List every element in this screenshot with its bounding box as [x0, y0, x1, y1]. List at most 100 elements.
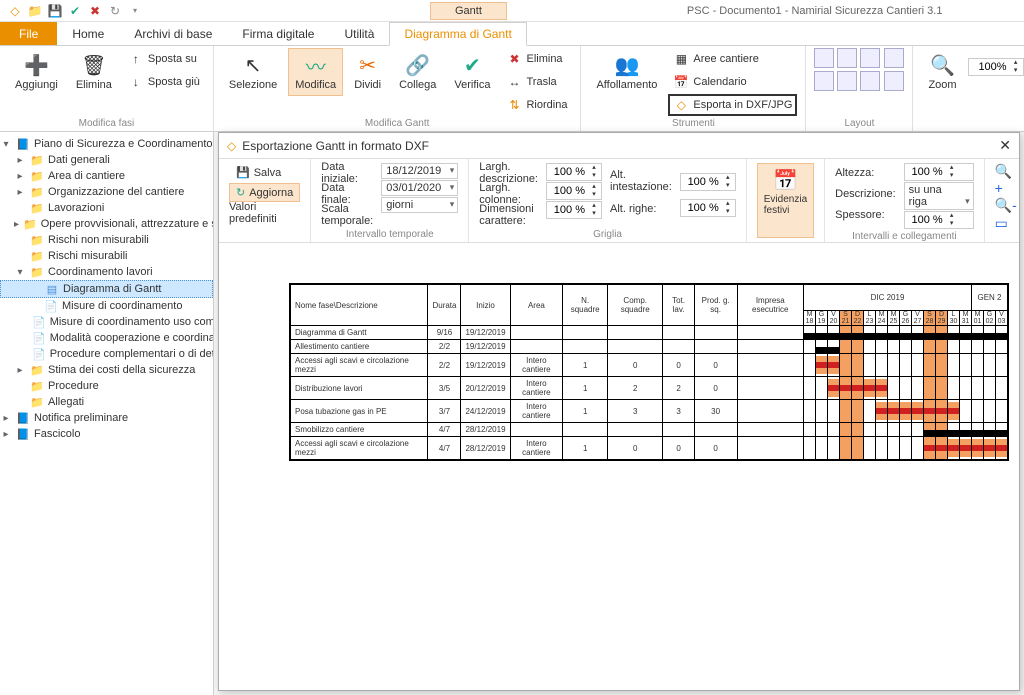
qat-delete-icon[interactable]: ✖: [88, 4, 102, 18]
people-icon: 👥: [615, 53, 639, 77]
layout-opt-b[interactable]: [884, 71, 904, 91]
tree-rischi-non-mis[interactable]: 📁Rischi non misurabili: [0, 232, 213, 248]
ribbon-group-strumenti: 👥Affollamento ▦Aree cantiere 📅Calendario…: [581, 46, 806, 131]
verifica-button[interactable]: ✔Verifica: [447, 48, 497, 96]
zoom-input[interactable]: [969, 60, 1009, 74]
qat-new-icon[interactable]: ◇: [8, 4, 22, 18]
gantt-icon: ▤: [45, 282, 59, 296]
context-tab-gantt: Gantt: [430, 2, 507, 20]
tree-notifica[interactable]: ▸📘Notifica preliminare: [0, 410, 213, 426]
zoom-in-icon[interactable]: 🔍+: [995, 163, 1017, 196]
zoom-out-icon[interactable]: 🔍-: [995, 197, 1017, 214]
tab-gantt[interactable]: Diagramma di Gantt: [389, 22, 526, 46]
tree-area-cantiere[interactable]: ▸📁Area di cantiere: [0, 168, 213, 184]
zoom-spinbox[interactable]: ▴▾: [968, 58, 1024, 76]
largh-col-spin[interactable]: ▴▾: [546, 182, 602, 200]
tree-misure-coord-uso[interactable]: 📄Misure di coordinamento uso comune: [0, 314, 213, 330]
aggiungi-button[interactable]: ➕Aggiungi: [8, 48, 65, 96]
qat-save-icon[interactable]: 💾: [48, 4, 62, 18]
aree-cantiere-button[interactable]: ▦Aree cantiere: [668, 48, 797, 70]
tree-dati-generali[interactable]: ▸📁Dati generali: [0, 152, 213, 168]
trash-icon: 🗑: [82, 53, 106, 77]
title-bar: ◇ 📁 💾 ✔ ✖ ↻ ▾ Gantt PSC - Documento1 - N…: [0, 0, 1024, 22]
esporta-dxf-button[interactable]: ◇Esporta in DXF/JPG: [668, 94, 797, 116]
data-iniziale-input[interactable]: 18/12/2019: [381, 163, 458, 179]
tab-firma[interactable]: Firma digitale: [227, 22, 329, 45]
altezza-spin[interactable]: ▴▾: [904, 163, 974, 181]
area-icon: ▦: [673, 51, 689, 67]
trasla-button[interactable]: ↔Trasla: [501, 71, 572, 93]
qat-refresh-icon[interactable]: ↻: [108, 4, 122, 18]
sposta-su-button[interactable]: ↑Sposta su: [123, 48, 205, 70]
qat-dropdown-icon[interactable]: ▾: [128, 4, 142, 18]
tab-file[interactable]: File: [0, 22, 57, 45]
export-icon: ◇: [673, 97, 689, 113]
zoom-fit-icon[interactable]: ▭: [995, 215, 1017, 232]
valori-pred-label: Valori predefiniti: [229, 203, 300, 223]
tree-diagramma-gantt[interactable]: ▤Diagramma di Gantt: [0, 280, 213, 298]
layout-opt-a[interactable]: [884, 48, 904, 68]
dim-car-spin[interactable]: ▴▾: [546, 201, 602, 219]
tree-modalita-coop[interactable]: 📄Modalità cooperazione e coordinamen: [0, 330, 213, 346]
tree-misure-coord[interactable]: 📄Misure di coordinamento: [0, 298, 213, 314]
dialog-content: Nome fase\DescrizioneDurataInizioAreaN. …: [219, 243, 1019, 690]
alt-righe-spin[interactable]: ▴▾: [680, 199, 736, 217]
dividi-button[interactable]: ✂Dividi: [347, 48, 388, 96]
ribbon-group-layout: Layout: [806, 46, 913, 131]
salva-button[interactable]: 💾Salva: [229, 163, 300, 182]
descrizione-select[interactable]: su una riga: [904, 182, 974, 210]
tree-stima-costi[interactable]: ▸📁Stima dei costi della sicurezza: [0, 362, 213, 378]
tree-opere-prov[interactable]: ▸📁Opere provvisionali, attrezzature e so…: [0, 216, 213, 232]
qat-check-icon[interactable]: ✔: [68, 4, 82, 18]
save-icon: 💾: [236, 166, 250, 179]
tree-rischi-mis[interactable]: 📁Rischi misurabili: [0, 248, 213, 264]
sposta-giu-button[interactable]: ↓Sposta giù: [123, 71, 205, 93]
largh-descr-spin[interactable]: ▴▾: [546, 163, 602, 181]
tree-panel: ▾📘Piano di Sicurezza e Coordinamento ▸📁D…: [0, 132, 214, 695]
folder-icon: 📁: [30, 379, 44, 393]
tab-archivi[interactable]: Archivi di base: [119, 22, 227, 45]
close-icon[interactable]: ✕: [999, 137, 1011, 154]
tab-home[interactable]: Home: [57, 22, 119, 45]
dialog-title-bar: ◇ Esportazione Gantt in formato DXF ✕: [219, 133, 1019, 159]
ribbon-group-zoom: 🔍Zoom ▴▾: [913, 46, 1024, 131]
sort-icon: ⇅: [506, 97, 522, 113]
modifica-button[interactable]: 〰Modifica: [288, 48, 343, 96]
folder-icon: 📁: [30, 201, 44, 215]
tree-lavorazioni[interactable]: 📁Lavorazioni: [0, 200, 213, 216]
spessore-spin[interactable]: ▴▾: [904, 211, 974, 229]
evidenzia-festivi-button[interactable]: 📅Evidenzia festivi: [757, 163, 814, 238]
collega-button[interactable]: 🔗Collega: [392, 48, 443, 96]
split-icon: ✂: [356, 53, 380, 77]
calendario-button[interactable]: 📅Calendario: [668, 71, 797, 93]
tree-allegati[interactable]: 📁Allegati: [0, 394, 213, 410]
affollamento-button[interactable]: 👥Affollamento: [589, 48, 664, 96]
elimina-button[interactable]: 🗑Elimina: [69, 48, 119, 96]
aggiorna-button[interactable]: ↻Aggiorna: [229, 183, 300, 202]
tree-fascicolo[interactable]: ▸📘Fascicolo: [0, 426, 213, 442]
tree-organizzazione[interactable]: ▸📁Organizzazione del cantiere: [0, 184, 213, 200]
book-icon: 📘: [16, 411, 30, 425]
zoom-button[interactable]: 🔍Zoom: [921, 48, 963, 96]
link-icon: 🔗: [406, 53, 430, 77]
data-finale-input[interactable]: 03/01/2020: [381, 180, 458, 196]
scala-temp-select[interactable]: giorni: [381, 197, 458, 213]
tree-coord-lavori[interactable]: ▾📁Coordinamento lavori: [0, 264, 213, 280]
dialog-ribbon: 💾Salva ↻Aggiorna Valori predefiniti Data…: [219, 159, 1019, 243]
elimina2-button[interactable]: ✖Elimina: [501, 48, 572, 70]
selezione-button[interactable]: ↖Selezione: [222, 48, 284, 96]
layout-grid[interactable]: [814, 48, 880, 91]
plus-icon: ➕: [24, 53, 48, 77]
tree-procedure[interactable]: 📁Procedure: [0, 378, 213, 394]
tree-root[interactable]: ▾📘Piano di Sicurezza e Coordinamento: [0, 136, 213, 152]
folder-icon: 📁: [30, 169, 44, 183]
export-dxf-dialog: ◇ Esportazione Gantt in formato DXF ✕ 💾S…: [218, 132, 1020, 691]
tab-utilita[interactable]: Utilità: [329, 22, 389, 45]
alt-intest-spin[interactable]: ▴▾: [680, 173, 736, 191]
qat-open-icon[interactable]: 📁: [28, 4, 42, 18]
edit-icon: 〰: [304, 53, 328, 77]
ribbon: ➕Aggiungi 🗑Elimina ↑Sposta su ↓Sposta gi…: [0, 46, 1024, 132]
riordina-button[interactable]: ⇅Riordina: [501, 94, 572, 116]
export-icon: ◇: [227, 139, 236, 153]
tree-procedure-comp[interactable]: 📄Procedure complementari o di dettagli: [0, 346, 213, 362]
